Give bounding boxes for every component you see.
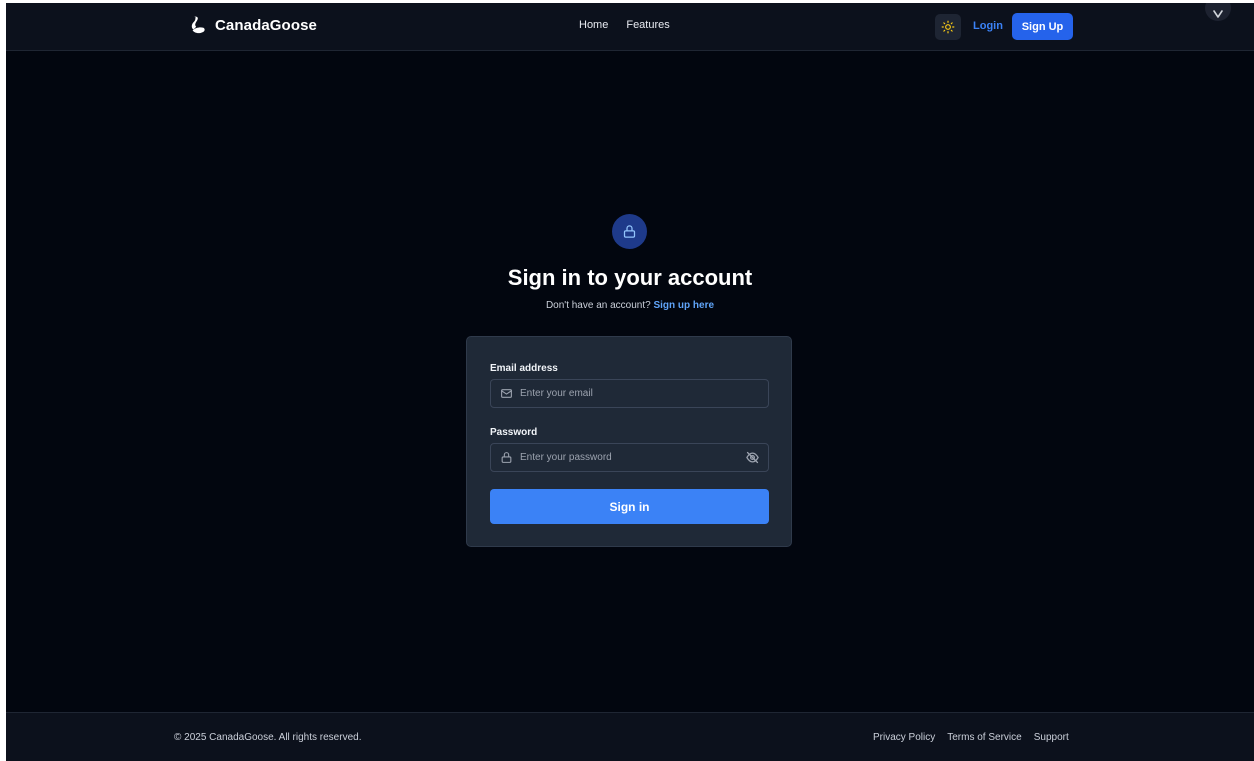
signup-button[interactable]: Sign Up bbox=[1012, 13, 1073, 40]
password-input[interactable] bbox=[520, 444, 750, 471]
app-frame: CanadaGoose Home Features Login Sign Up bbox=[6, 3, 1254, 761]
signin-card: Email address Password Sign in bbox=[466, 336, 792, 547]
brand-name: CanadaGoose bbox=[215, 16, 317, 34]
chevron-down-icon bbox=[1213, 10, 1223, 18]
support-link[interactable]: Support bbox=[1034, 732, 1069, 743]
email-input[interactable] bbox=[520, 380, 750, 407]
lock-badge bbox=[612, 214, 647, 249]
swan-icon bbox=[191, 16, 205, 34]
main-nav: Home Features bbox=[579, 19, 670, 31]
lock-icon bbox=[501, 452, 512, 463]
signin-button[interactable]: Sign in bbox=[490, 489, 769, 524]
login-link[interactable]: Login bbox=[973, 20, 1003, 32]
copyright-text: © 2025 CanadaGoose. All rights reserved. bbox=[174, 732, 362, 743]
nav-features[interactable]: Features bbox=[626, 19, 669, 31]
brand-logo[interactable]: CanadaGoose bbox=[189, 15, 317, 35]
terms-of-service-link[interactable]: Terms of Service bbox=[947, 732, 1021, 743]
signup-prompt: Don't have an account? Sign up here bbox=[6, 300, 1254, 311]
email-label: Email address bbox=[490, 363, 558, 374]
signup-prompt-text: Don't have an account? bbox=[545, 300, 651, 311]
sun-icon bbox=[941, 20, 955, 34]
eye-off-icon[interactable] bbox=[745, 450, 760, 465]
privacy-policy-link[interactable]: Privacy Policy bbox=[873, 732, 935, 743]
password-label: Password bbox=[490, 427, 538, 438]
page-title: Sign in to your account bbox=[507, 265, 753, 290]
email-field-wrapper bbox=[490, 379, 769, 408]
lock-icon bbox=[623, 225, 636, 238]
mail-icon bbox=[501, 389, 512, 398]
top-navbar: CanadaGoose Home Features Login Sign Up bbox=[6, 3, 1254, 51]
theme-toggle-button[interactable] bbox=[935, 14, 961, 40]
nav-home[interactable]: Home bbox=[579, 19, 608, 31]
signup-here-link[interactable]: Sign up here bbox=[653, 300, 714, 311]
password-field-wrapper bbox=[490, 443, 769, 472]
footer: © 2025 CanadaGoose. All rights reserved.… bbox=[6, 712, 1254, 761]
footer-links: Privacy Policy Terms of Service Support bbox=[873, 732, 1069, 743]
corner-menu-button[interactable] bbox=[1205, 3, 1231, 21]
